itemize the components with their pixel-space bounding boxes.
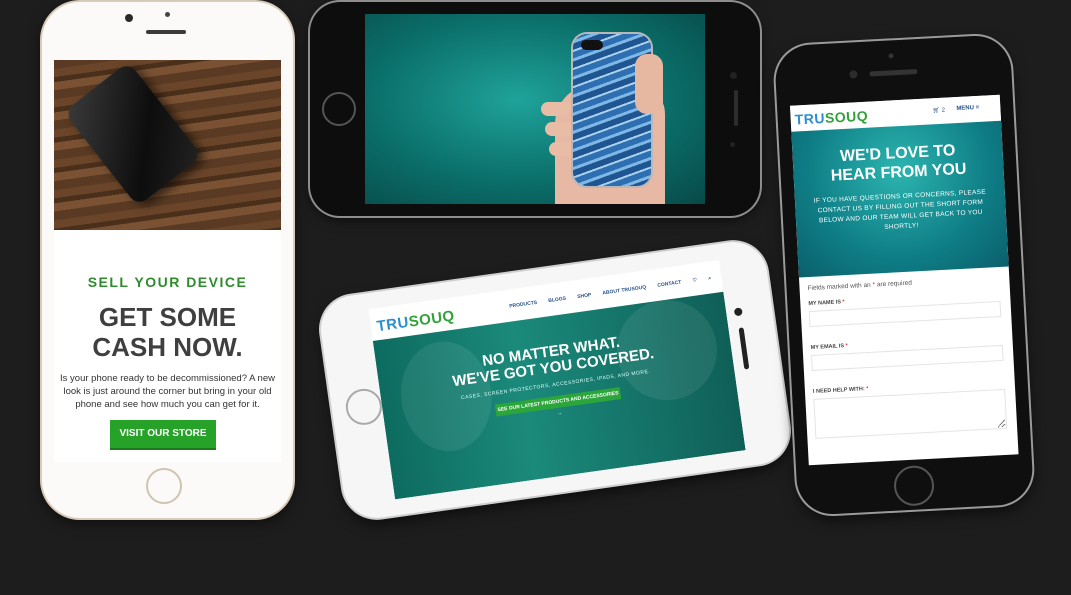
finger-image (541, 102, 571, 116)
home-button (146, 468, 182, 504)
name-label: MY NAME IS * (808, 299, 845, 307)
eyebrow-text: SELL YOUR DEVICE (87, 274, 248, 290)
nav-shop[interactable]: SHOP (577, 292, 592, 300)
front-camera (730, 72, 737, 79)
name-label-text: MY NAME IS (808, 299, 842, 308)
finger-image (545, 122, 575, 136)
required-note-post: are required (876, 279, 913, 289)
earpiece-speaker (734, 90, 738, 126)
screen: SELL YOUR DEVICE GET SOME CASH NOW. Is y… (54, 60, 281, 462)
logo-tru: TRU (375, 313, 411, 336)
screen (365, 14, 705, 204)
home-button (343, 386, 385, 428)
earpiece-speaker (146, 30, 186, 34)
required-star: * (842, 299, 845, 306)
search-icon[interactable]: ⌕ (708, 275, 712, 281)
wood-table-photo (54, 60, 281, 230)
screen: TRUSOUQ 🛒︎ 2 MENU ≡ WE'D LOVE TO HEAR FR… (789, 94, 1019, 466)
cart-icon[interactable]: ♡ (692, 277, 697, 284)
trusouq-logo[interactable]: TRUSOUQ (794, 108, 868, 128)
cart-count: 2 (941, 107, 946, 114)
cart-button[interactable]: 🛒︎ 2 (932, 107, 945, 115)
required-note: Fields marked with an * are required (807, 280, 912, 292)
screen: TRUSOUQ PRODUCTS BLOGS SHOP ABOUT TRUSOU… (368, 260, 746, 500)
earpiece-speaker (738, 327, 750, 370)
logo-tru: TRU (794, 109, 826, 128)
required-star: * (845, 343, 848, 350)
thumb-image (635, 54, 663, 114)
nav-blogs[interactable]: BLOGS (548, 296, 566, 304)
device-black-landscape (310, 2, 760, 216)
sensor (888, 53, 894, 59)
headline: GET SOME CASH NOW. (54, 302, 281, 362)
home-button (893, 464, 936, 507)
email-label-text: MY EMAIL IS (810, 343, 845, 351)
headline-line-2: CASH NOW. (92, 332, 243, 362)
front-camera (733, 307, 743, 317)
headline-line-1: GET SOME (98, 302, 237, 332)
required-note-pre: Fields marked with an (807, 281, 871, 293)
sensor (730, 142, 735, 147)
device-white-portrait: SELL YOUR DEVICE GET SOME CASH NOW. Is y… (42, 2, 293, 518)
email-label: MY EMAIL IS * (811, 343, 848, 351)
required-star: * (872, 281, 876, 289)
nav-products[interactable]: PRODUCTS (509, 300, 538, 310)
sensor (165, 12, 170, 17)
menu-button[interactable]: MENU ≡ (956, 105, 979, 112)
visit-store-button[interactable]: VISIT OUR STORE (110, 420, 216, 448)
help-label-text: I NEED HELP WITH: (812, 386, 865, 395)
help-label: I NEED HELP WITH: * (813, 386, 869, 395)
help-textarea[interactable] (813, 388, 1008, 439)
logo-souq: SOUQ (407, 307, 456, 331)
required-star: * (866, 386, 869, 393)
nav-contact[interactable]: CONTACT (657, 280, 682, 289)
device-black-portrait: TRUSOUQ 🛒︎ 2 MENU ≡ WE'D LOVE TO HEAR FR… (773, 34, 1035, 516)
earpiece-speaker (869, 69, 918, 77)
camera-lens-image (581, 40, 603, 50)
smartphone-image (63, 61, 203, 207)
logo-souq: SOUQ (824, 107, 869, 126)
device-white-landscape: TRUSOUQ PRODUCTS BLOGS SHOP ABOUT TRUSOU… (316, 237, 794, 523)
front-camera (125, 14, 133, 22)
home-button (322, 92, 356, 126)
nav-about[interactable]: ABOUT TRUSOUQ (602, 284, 647, 296)
body-text: Is your phone ready to be decommissioned… (60, 373, 275, 410)
cart-icon: 🛒︎ (932, 107, 941, 115)
hero-body: IF YOU HAVE QUESTIONS OR CONCERNS, PLEAS… (813, 188, 987, 231)
contact-hero: WE'D LOVE TO HEAR FROM YOU IF YOU HAVE Q… (791, 120, 1009, 278)
hero-title: WE'D LOVE TO HEAR FROM YOU (792, 139, 1004, 188)
front-camera (849, 70, 858, 79)
